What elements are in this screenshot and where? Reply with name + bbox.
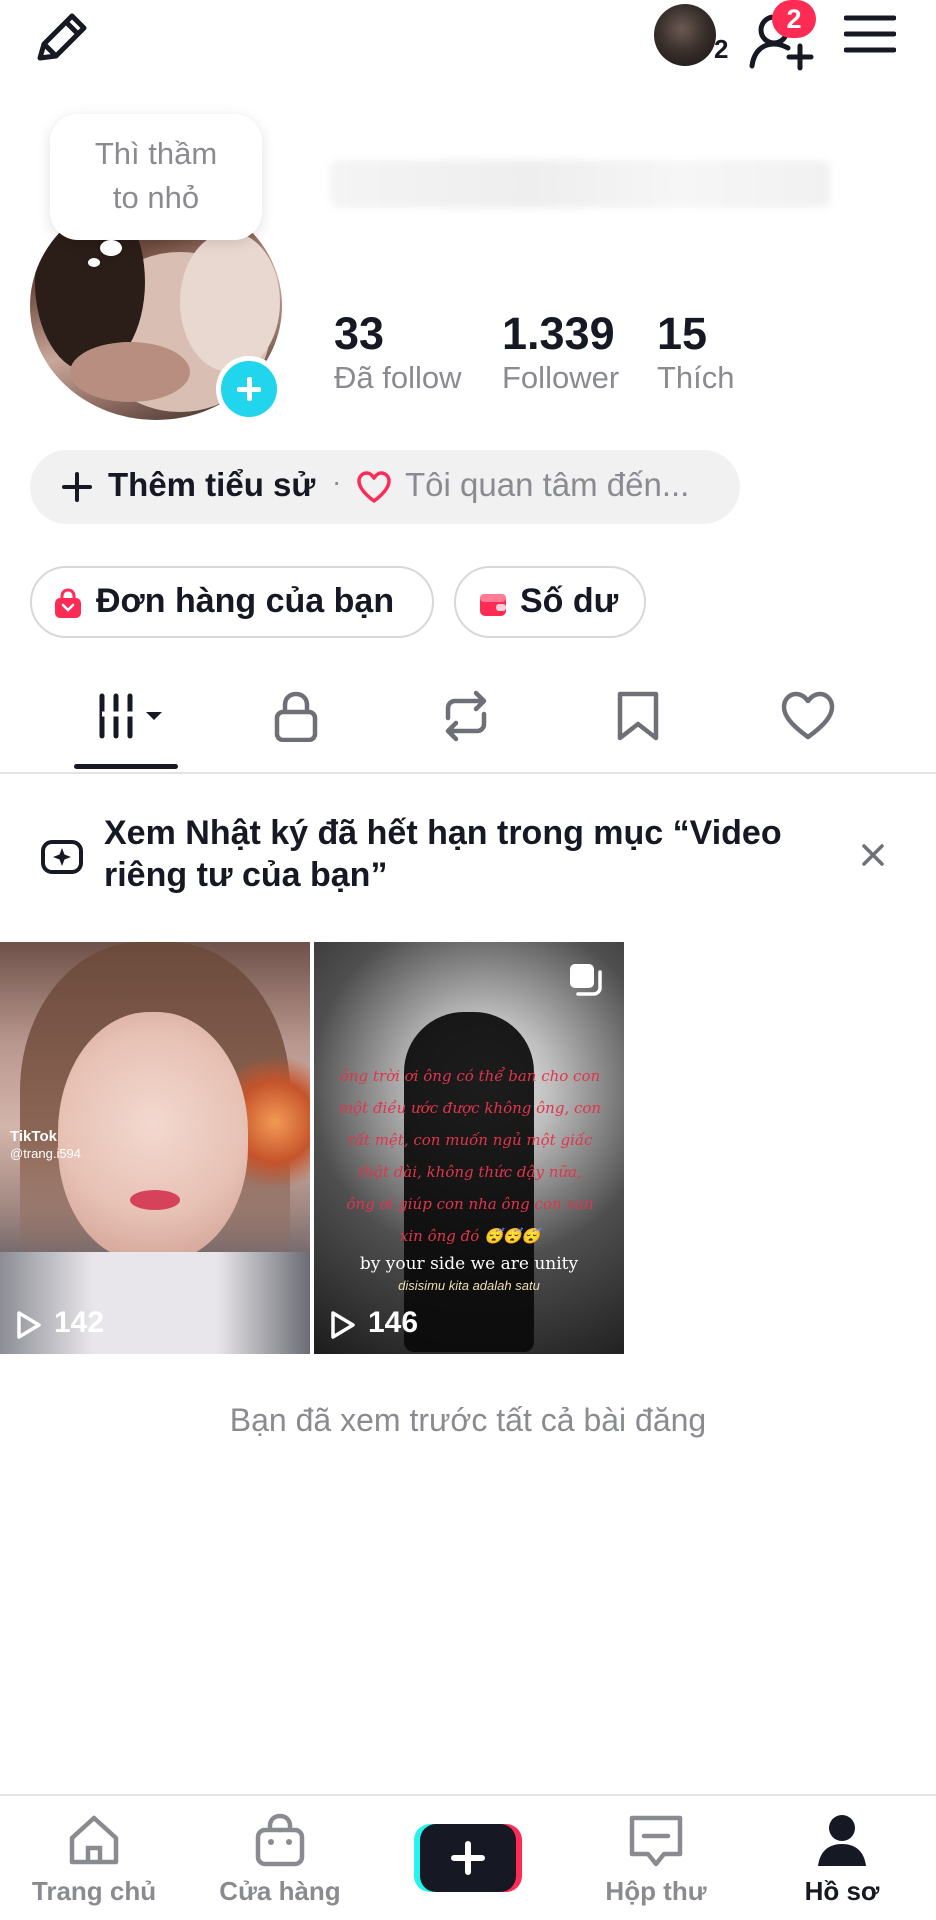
- poem-line: xin ông đó 😴😴😴: [399, 1227, 541, 1245]
- close-icon: [862, 844, 884, 866]
- video-2-caption: by your side we are unity: [359, 1254, 579, 1274]
- interests-button[interactable]: Tôi quan tâm đến...: [405, 466, 689, 504]
- likes-count[interactable]: 15: [657, 308, 707, 360]
- video-2-poem: ông trời ơi ông có thể ban cho con một đ…: [324, 1060, 616, 1252]
- tab-saved[interactable]: [616, 690, 660, 742]
- poem-line: ông trời ơi ông có thể ban cho con: [339, 1067, 601, 1085]
- nav-inbox-label: Hộp thư: [605, 1876, 707, 1906]
- poem-line: ông ơi giúp con nha ông con van: [346, 1195, 594, 1213]
- nav-shop[interactable]: Cửa hàng: [200, 1810, 360, 1920]
- orders-label: Đơn hàng của bạn: [96, 582, 395, 620]
- menu-button[interactable]: [844, 14, 896, 54]
- repost-icon: [445, 690, 487, 742]
- note-bubble-tail: [100, 240, 122, 256]
- tiktok-watermark: TikTok @trang.i594: [10, 1128, 81, 1162]
- multi-photo-icon: [566, 960, 604, 998]
- tab-reposts[interactable]: [438, 690, 494, 742]
- likes-label[interactable]: Thích: [657, 360, 735, 396]
- watermark-brand: TikTok: [10, 1128, 57, 1145]
- nav-profile[interactable]: Hồ sơ: [762, 1810, 922, 1920]
- nav-profile-label: Hồ sơ: [804, 1876, 880, 1906]
- heart-icon: [781, 691, 835, 740]
- nav-shop-label: Cửa hàng: [219, 1876, 341, 1906]
- follower-label[interactable]: Follower: [502, 360, 619, 396]
- lock-icon: [274, 691, 318, 742]
- following-count[interactable]: 33: [334, 308, 384, 360]
- video-2-caption-2: disisimu kita adalah satu: [398, 1278, 540, 1293]
- video-2-views: 146: [368, 1306, 419, 1339]
- tabs-divider: [0, 772, 936, 774]
- bookmark-icon: [617, 691, 659, 741]
- close-notice-button[interactable]: [856, 838, 890, 872]
- poem-line: rất mệt, con muốn ngủ một giấc: [347, 1131, 593, 1149]
- profile-icon: [812, 1810, 872, 1870]
- note-bubble-tail-small: [88, 258, 100, 267]
- poem-line: một điều ước được không ông, con: [338, 1099, 602, 1117]
- end-of-posts-text: Bạn đã xem trước tất cả bài đăng: [229, 1402, 707, 1438]
- play-icon: [16, 1310, 42, 1340]
- grid-icon: [99, 693, 162, 739]
- tab-videos[interactable]: [96, 690, 176, 742]
- edit-profile-button[interactable]: [30, 6, 92, 68]
- note-line-1: Thì thầm: [94, 136, 218, 171]
- video-thumbnail-2[interactable]: ông trời ơi ông có thể ban cho con một đ…: [314, 942, 624, 1354]
- nav-divider: [0, 1794, 936, 1796]
- following-label[interactable]: Đã follow: [334, 360, 462, 396]
- create-plus-icon: [414, 1824, 522, 1892]
- tab-private[interactable]: [270, 690, 322, 742]
- create-button[interactable]: [412, 1822, 524, 1894]
- follower-count[interactable]: 1.339: [502, 308, 615, 360]
- poem-line: thật dài, không thức dậy nữa,: [358, 1163, 582, 1181]
- hamburger-menu-icon: [844, 15, 896, 53]
- note-line-2: to nhỏ: [112, 180, 200, 215]
- expired-stories-notice[interactable]: Xem Nhật ký đã hết hạn trong mục “Video …: [104, 812, 834, 896]
- play-icon: [330, 1310, 356, 1340]
- add-bio-button[interactable]: Thêm tiểu sử: [108, 466, 315, 504]
- video-1-views: 142: [54, 1306, 105, 1339]
- nav-home-label: Trang chủ: [31, 1876, 157, 1906]
- active-tab-indicator: [74, 764, 178, 769]
- note-bubble[interactable]: Thì thầm to nhỏ: [50, 114, 262, 240]
- shop-bag-icon: [250, 1810, 310, 1870]
- heart-icon: [356, 470, 392, 504]
- plus-icon: [62, 472, 92, 502]
- username-blurred: [330, 160, 830, 208]
- home-icon: [64, 1810, 124, 1870]
- wallet-icon: [478, 590, 508, 618]
- bio-separator: ·: [332, 466, 342, 497]
- balance-label: Số dư: [520, 582, 619, 620]
- story-avatar[interactable]: [654, 4, 716, 66]
- nav-inbox[interactable]: Hộp thư: [576, 1810, 736, 1920]
- story-count: 2: [714, 34, 729, 64]
- watermark-handle: @trang.i594: [10, 1146, 82, 1161]
- add-story-button[interactable]: [216, 356, 282, 422]
- nav-home[interactable]: Trang chủ: [14, 1810, 174, 1920]
- sparkle-frame-icon: [40, 834, 84, 878]
- pencil-icon: [37, 13, 87, 61]
- inbox-icon: [626, 1810, 686, 1870]
- shopping-bag-icon: [52, 588, 84, 620]
- tab-liked[interactable]: [780, 690, 836, 742]
- friend-request-badge: 2: [772, 0, 816, 38]
